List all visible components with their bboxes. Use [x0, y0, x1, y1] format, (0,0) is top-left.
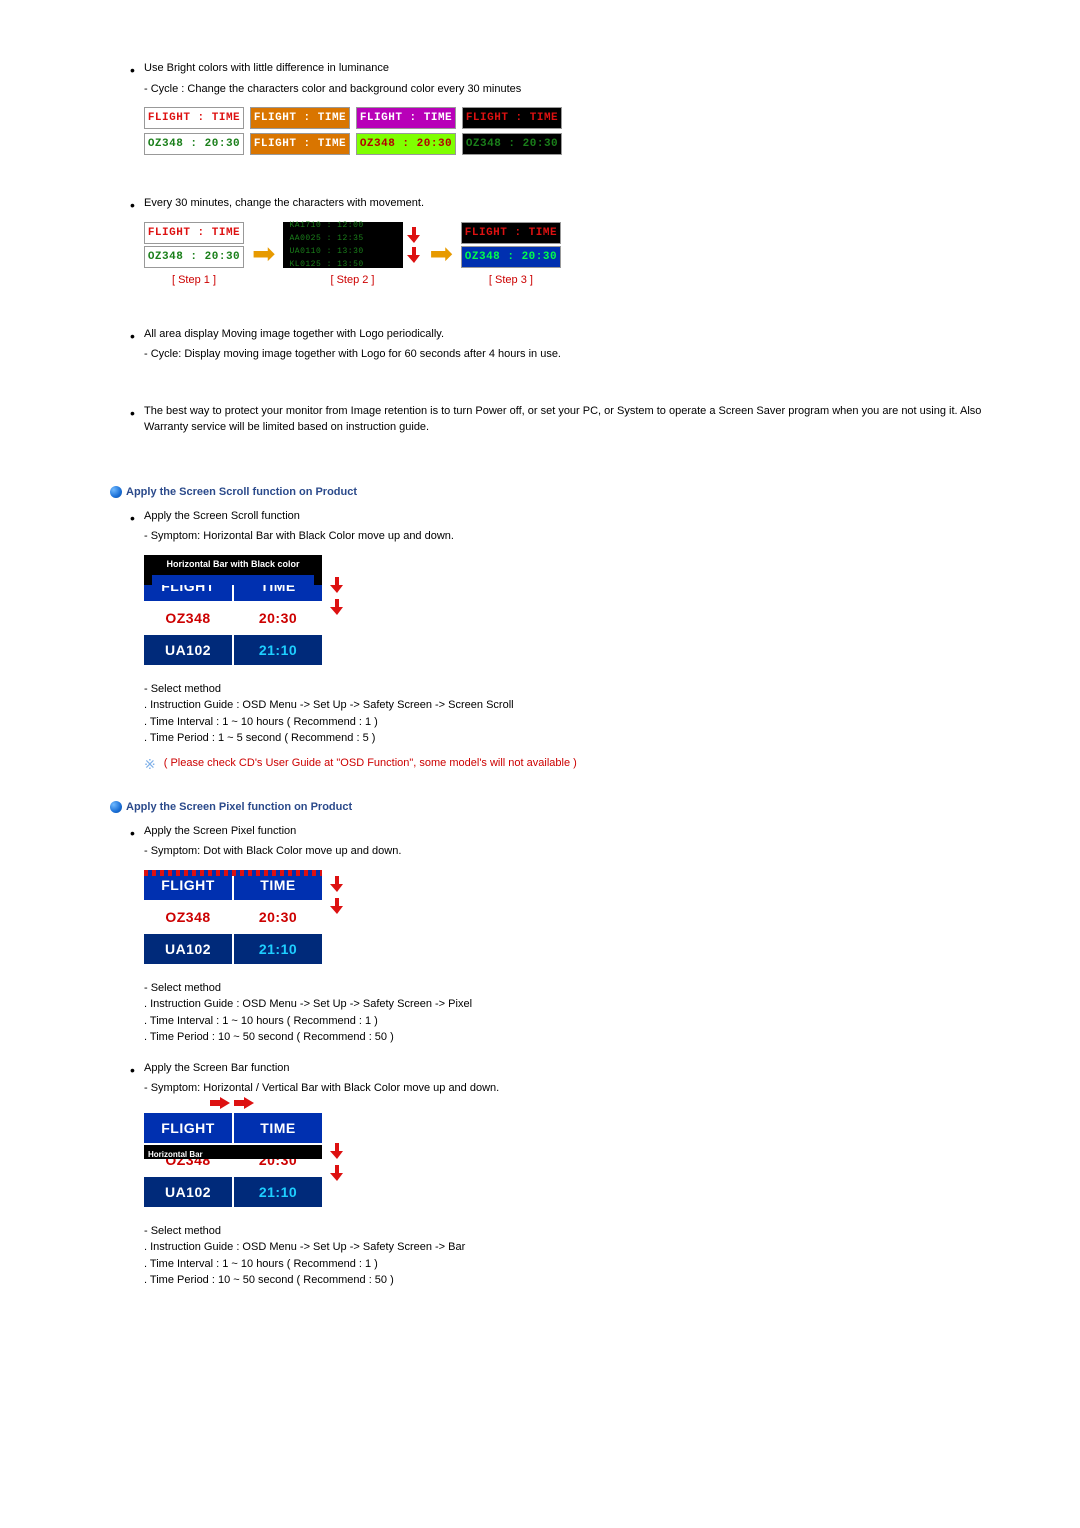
method-line: . Time Interval : 1 ~ 10 hours ( Recomme… — [130, 1256, 1000, 1273]
ft-cell: 21:10 — [234, 635, 322, 665]
bullet-best-way: The best way to protect your monitor fro… — [130, 403, 1000, 436]
symptom-scroll: - Symptom: Horizontal Bar with Black Col… — [130, 528, 1000, 545]
arrow-down-icon — [330, 1165, 344, 1181]
method-line: . Time Interval : 1 ~ 10 hours ( Recomme… — [130, 1013, 1000, 1030]
hbar-overlay: Horizontal Bar — [144, 1145, 322, 1159]
method-line: . Time Interval : 1 ~ 10 hours ( Recomme… — [130, 714, 1000, 731]
method-line: . Instruction Guide : OSD Menu -> Set Up… — [130, 1239, 1000, 1256]
note-glyph-icon: ※ — [144, 757, 156, 771]
cycle-30min-colors: - Cycle : Change the characters color an… — [130, 81, 1000, 98]
board-cell: FLIGHT : TIME — [250, 133, 350, 155]
arrow-down-icon — [330, 577, 344, 593]
bullet-logo-periodic: All area display Moving image together w… — [130, 326, 1000, 343]
cycle-logo: - Cycle: Display moving image together w… — [130, 346, 1000, 363]
ft-cell: OZ348 — [144, 603, 232, 633]
method-line: . Instruction Guide : OSD Menu -> Set Up… — [130, 697, 1000, 714]
ft-hdr-time: TIME — [234, 1113, 322, 1143]
symptom-bar: - Symptom: Horizontal / Vertical Bar wit… — [130, 1080, 1000, 1097]
ft-cell: OZ348 — [144, 902, 232, 932]
step3-hdr: FLIGHT : TIME — [461, 222, 561, 244]
select-method: - Select method — [130, 980, 1000, 997]
arrow-right-icon: ➡ — [252, 240, 275, 268]
method-line: . Time Period : 1 ~ 5 second ( Recommend… — [130, 730, 1000, 747]
ft-cell: UA102 — [144, 934, 232, 964]
step2-scramble: KA1710 : 12:00 AA0025 : 12:35 UA0110 : 1… — [283, 222, 403, 268]
arrow-down-icon — [330, 1143, 344, 1159]
bullet-apply-pixel: Apply the Screen Pixel function — [130, 823, 1000, 840]
arrow-right-icon — [210, 1097, 230, 1109]
bullet-bright-colors: Use Bright colors with little difference… — [130, 60, 1000, 77]
arrow-right-icon: ➡ — [429, 240, 452, 268]
bullet-apply-bar: Apply the Screen Bar function — [130, 1060, 1000, 1077]
bullet-ball-icon — [110, 486, 122, 498]
ft-hdr-flight: FLIGHT — [144, 1113, 232, 1143]
step-label-2: [ Step 2 ] — [330, 274, 374, 286]
arrow-down-icon — [330, 599, 344, 615]
board-cell: FLIGHT : TIME — [462, 107, 562, 129]
heading-screen-scroll: Apply the Screen Scroll function on Prod… — [126, 486, 357, 498]
step-label-3: [ Step 3 ] — [489, 274, 533, 286]
heading-screen-pixel: Apply the Screen Pixel function on Produ… — [126, 801, 352, 813]
step1-data: OZ348 : 20:30 — [144, 246, 244, 268]
select-method: - Select method — [130, 681, 1000, 698]
bullet-ball-icon — [110, 801, 122, 813]
ft-cell: 21:10 — [234, 934, 322, 964]
arrow-down-icon — [330, 898, 344, 914]
ft-cell: 21:10 — [234, 1177, 322, 1207]
halfcut-overlay — [144, 571, 322, 585]
arrow-down-icon — [407, 227, 421, 243]
board-cell: FLIGHT : TIME — [144, 107, 244, 129]
ft-cell: 20:30 — [234, 902, 322, 932]
arrow-right-icon — [234, 1097, 254, 1109]
ft-cell: 20:30 — [234, 603, 322, 633]
bullet-apply-scroll: Apply the Screen Scroll function — [130, 508, 1000, 525]
step1-hdr: FLIGHT : TIME — [144, 222, 244, 244]
arrow-down-icon — [330, 876, 344, 892]
board-cell: FLIGHT : TIME — [356, 107, 456, 129]
method-line: . Time Period : 10 ~ 50 second ( Recomme… — [130, 1029, 1000, 1046]
bullet-movement: Every 30 minutes, change the characters … — [130, 195, 1000, 212]
step-label-1: [ Step 1 ] — [172, 274, 216, 286]
symptom-pixel: - Symptom: Dot with Black Color move up … — [130, 843, 1000, 860]
board-cell: OZ348 : 20:30 — [356, 133, 456, 155]
ft-cell: UA102 — [144, 1177, 232, 1207]
board-cell: OZ348 : 20:30 — [462, 133, 562, 155]
note-osd-check: ( Please check CD's User Guide at "OSD F… — [164, 757, 577, 769]
method-line: . Time Period : 10 ~ 50 second ( Recomme… — [130, 1272, 1000, 1289]
step3-data: OZ348 : 20:30 — [461, 246, 561, 268]
ft-cell: UA102 — [144, 635, 232, 665]
dotted-overlay — [144, 870, 322, 876]
board-cell: OZ348 : 20:30 — [144, 133, 244, 155]
board-cell: FLIGHT : TIME — [250, 107, 350, 129]
method-line: . Instruction Guide : OSD Menu -> Set Up… — [130, 996, 1000, 1013]
select-method: - Select method — [130, 1223, 1000, 1240]
arrow-down-icon — [407, 247, 421, 263]
